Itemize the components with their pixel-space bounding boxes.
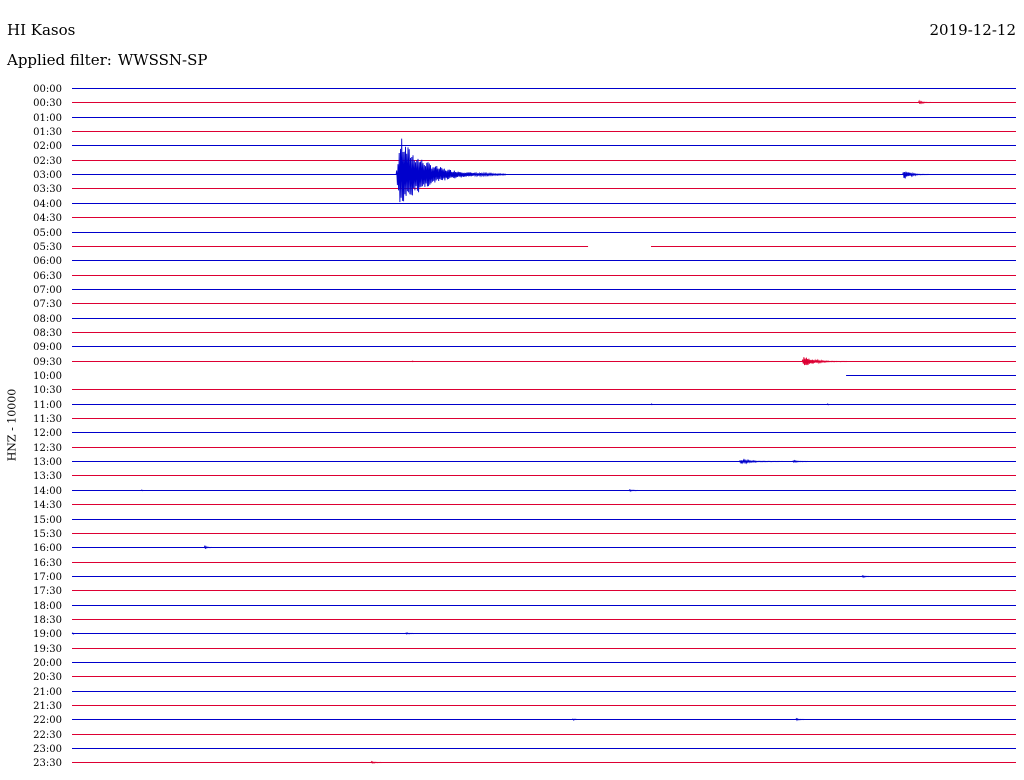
event-burst-0930: [411, 360, 415, 363]
event-burst-0030: [918, 99, 935, 105]
row-time-label: 07:00: [33, 285, 62, 296]
row-time-label: 00:30: [33, 98, 62, 109]
row-time-label: 03:30: [33, 184, 62, 195]
row-time-label: 10:30: [33, 385, 62, 396]
row-time-label: 02:30: [33, 156, 62, 167]
row-time-label: 04:30: [33, 213, 62, 224]
row-time-label: 05:30: [33, 242, 62, 253]
trace-lines: [72, 88, 1016, 763]
row-time-label: 07:30: [33, 299, 62, 310]
row-time-label: 20:00: [33, 658, 62, 669]
row-time-label: 10:00: [33, 371, 62, 382]
row-time-label: 17:30: [33, 586, 62, 597]
event-burst-0300: [902, 171, 932, 179]
row-time-label: 08:00: [33, 314, 62, 325]
row-time-label: 01:00: [33, 113, 62, 124]
row-time-label: 21:00: [33, 687, 62, 698]
event-burst-1900: [71, 632, 79, 635]
row-time-label: 19:30: [33, 644, 62, 655]
row-time-label: 14:00: [33, 486, 62, 497]
row-time-label: 15:30: [33, 529, 62, 540]
row-time-label: 23:00: [33, 744, 62, 755]
row-time-label: 02:00: [33, 141, 62, 152]
event-burst-1600: [203, 544, 214, 549]
row-time-label: 12:00: [33, 428, 62, 439]
row-time-label: 09:00: [33, 342, 62, 353]
row-time-label: 16:00: [33, 543, 62, 554]
row-time-label: 08:30: [33, 328, 62, 339]
row-time-label: 17:00: [33, 572, 62, 583]
event-burst-1300: [738, 458, 796, 465]
row-time-label: 19:00: [33, 629, 62, 640]
row-time-label: 13:30: [33, 471, 62, 482]
row-time-label: 14:30: [33, 500, 62, 511]
event-burst-1100: [650, 403, 655, 406]
event-burst-1400: [140, 489, 145, 492]
event-burst-2330: [370, 760, 387, 765]
row-time-label: 13:00: [33, 457, 62, 468]
row-time-label: 22:00: [33, 715, 62, 726]
row-time-label: 05:00: [33, 228, 62, 239]
row-time-label: 23:30: [33, 758, 62, 769]
row-time-label: 20:30: [33, 672, 62, 683]
event-burst-0930: [801, 357, 850, 366]
row-time-label: 16:30: [33, 558, 62, 569]
row-time-label: 18:00: [33, 601, 62, 612]
row-time-label: 11:00: [33, 400, 62, 411]
time-labels: 00:00 00:30 01:00 01:30 02:00 02:30 03:00 03:30…: [33, 84, 62, 769]
row-time-label: 22:30: [33, 730, 62, 741]
row-time-label: 15:00: [33, 515, 62, 526]
row-time-label: 06:30: [33, 271, 62, 282]
row-time-label: 12:30: [33, 443, 62, 454]
row-time-label: 09:30: [33, 357, 62, 368]
row-time-label: 21:30: [33, 701, 62, 712]
row-time-label: 11:30: [33, 414, 62, 425]
row-time-label: 03:00: [33, 170, 62, 181]
event-burst-1300: [792, 459, 818, 464]
row-time-label: 00:00: [33, 84, 62, 95]
seismogram-plot: 00:00 00:30 01:00 01:30 02:00 02:30 03:00 03:30…: [33, 84, 1016, 769]
event-burst-2200: [572, 718, 582, 721]
event-burst-1400: [628, 489, 645, 493]
row-time-label: 04:00: [33, 199, 62, 210]
row-time-label: 01:30: [33, 127, 62, 138]
event-burst-0300: [395, 138, 507, 203]
row-time-label: 06:00: [33, 256, 62, 267]
row-time-label: 18:30: [33, 615, 62, 626]
